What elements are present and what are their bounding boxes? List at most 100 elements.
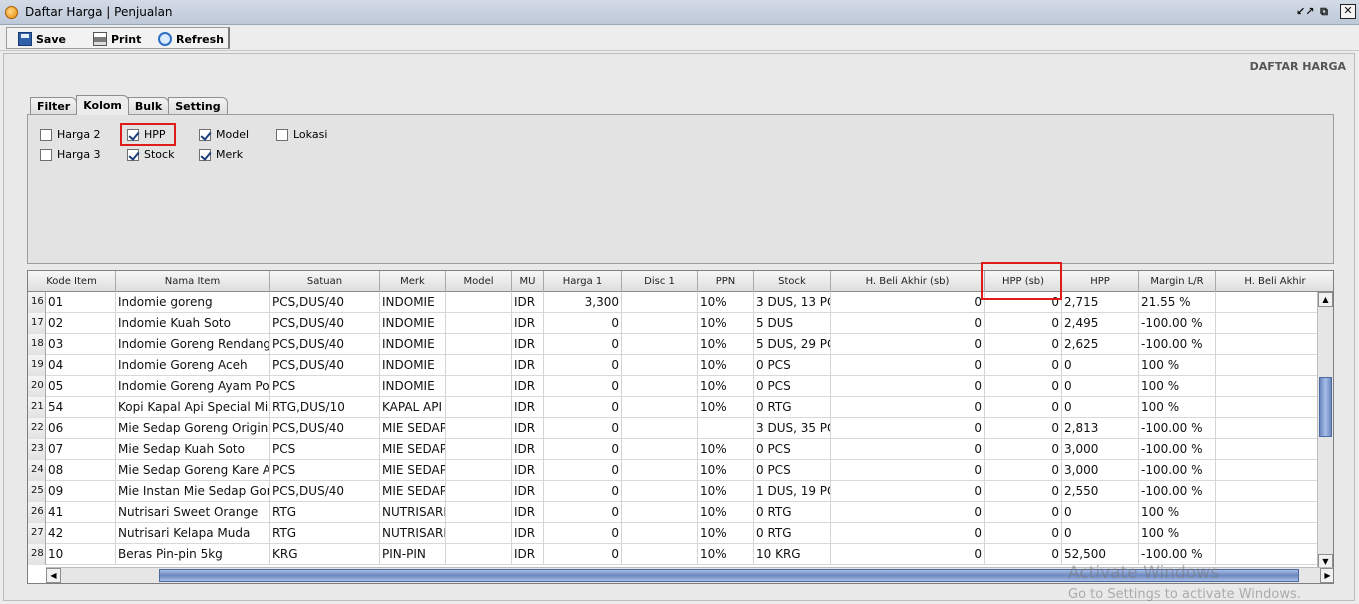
table-row[interactable]: 20 05 Indomie Goreng Ayam Pop PCS INDOMIE IDR… bbox=[28, 376, 1319, 397]
restore-icon[interactable]: ↙↗ bbox=[1296, 4, 1314, 19]
column-header-disc-1[interactable]: Disc 1 bbox=[622, 271, 698, 292]
table-cell[interactable] bbox=[622, 355, 698, 376]
tab-kolom[interactable]: Kolom bbox=[76, 95, 129, 115]
table-cell[interactable]: 0 bbox=[1062, 523, 1139, 544]
table-cell[interactable] bbox=[446, 334, 512, 355]
table-row[interactable]: 27 42 Nutrisari Kelapa Muda RTG NUTRISARI IDR… bbox=[28, 523, 1319, 544]
column-header-margin[interactable]: Margin L/R bbox=[1139, 271, 1216, 292]
maximize-icon[interactable]: ⧉ bbox=[1316, 4, 1332, 19]
table-cell[interactable] bbox=[446, 502, 512, 523]
table-cell[interactable]: 0 bbox=[831, 334, 985, 355]
table-cell[interactable]: IDR bbox=[512, 460, 544, 481]
table-cell[interactable]: PCS,DUS/40 bbox=[270, 334, 380, 355]
table-cell[interactable] bbox=[1216, 418, 1319, 439]
table-cell[interactable]: 3,000 bbox=[1062, 439, 1139, 460]
table-cell[interactable]: KRG bbox=[270, 544, 380, 565]
table-cell[interactable]: 100 % bbox=[1139, 502, 1216, 523]
table-cell[interactable]: 2,715 bbox=[1062, 292, 1139, 313]
table-cell[interactable]: 0 bbox=[831, 376, 985, 397]
table-cell[interactable]: 0 bbox=[544, 544, 622, 565]
table-cell[interactable]: 0 bbox=[985, 355, 1062, 376]
tab-setting[interactable]: Setting bbox=[168, 97, 228, 115]
table-cell[interactable]: PCS bbox=[270, 376, 380, 397]
table-cell[interactable]: 41 bbox=[46, 502, 116, 523]
checkbox-model[interactable]: Model bbox=[199, 128, 249, 141]
table-cell[interactable]: 1 DUS, 19 PCS bbox=[754, 481, 831, 502]
table-cell[interactable]: MIE SEDAP bbox=[380, 439, 446, 460]
scroll-up-icon[interactable]: ▲ bbox=[1318, 292, 1333, 307]
table-row[interactable]: 17 02 Indomie Kuah Soto PCS,DUS/40 INDOMIE ID… bbox=[28, 313, 1319, 334]
table-cell[interactable]: 54 bbox=[46, 397, 116, 418]
table-cell[interactable]: 0 bbox=[544, 418, 622, 439]
table-cell[interactable]: Indomie goreng bbox=[116, 292, 270, 313]
table-cell[interactable]: Nutrisari Sweet Orange bbox=[116, 502, 270, 523]
table-cell[interactable]: 0 bbox=[831, 418, 985, 439]
table-cell[interactable]: IDR bbox=[512, 502, 544, 523]
column-header-merk[interactable]: Merk bbox=[380, 271, 446, 292]
table-cell[interactable]: 10% bbox=[698, 376, 754, 397]
table-cell[interactable]: 10% bbox=[698, 481, 754, 502]
table-cell[interactable]: PCS,DUS/40 bbox=[270, 481, 380, 502]
table-cell[interactable]: 10% bbox=[698, 523, 754, 544]
table-cell[interactable] bbox=[1216, 523, 1319, 544]
table-cell[interactable]: Indomie Goreng Ayam Pop bbox=[116, 376, 270, 397]
table-cell[interactable]: 10 bbox=[46, 544, 116, 565]
table-cell[interactable]: 0 bbox=[544, 502, 622, 523]
table-cell[interactable]: 06 bbox=[46, 418, 116, 439]
table-cell[interactable]: 0 bbox=[985, 334, 1062, 355]
table-cell[interactable]: PCS bbox=[270, 460, 380, 481]
table-row[interactable]: 28 10 Beras Pin-pin 5kg KRG PIN-PIN IDR 0 10% 10… bbox=[28, 544, 1319, 565]
table-row[interactable]: 22 06 Mie Sedap Goreng Original PCS,DUS/40 M… bbox=[28, 418, 1319, 439]
checkbox-box[interactable] bbox=[127, 148, 139, 161]
table-cell[interactable] bbox=[622, 523, 698, 544]
table-cell[interactable]: 0 bbox=[831, 439, 985, 460]
table-cell[interactable]: 05 bbox=[46, 376, 116, 397]
table-cell[interactable] bbox=[622, 397, 698, 418]
checkbox-harga-3[interactable]: Harga 3 bbox=[40, 148, 101, 161]
table-cell[interactable]: 0 bbox=[544, 355, 622, 376]
table-cell[interactable]: 0 bbox=[985, 439, 1062, 460]
table-cell[interactable]: 0 bbox=[985, 418, 1062, 439]
table-cell[interactable]: 3,000 bbox=[1062, 460, 1139, 481]
table-cell[interactable]: Mie Sedap Kuah Soto bbox=[116, 439, 270, 460]
table-cell[interactable]: 0 bbox=[831, 313, 985, 334]
table-cell[interactable]: INDOMIE bbox=[380, 355, 446, 376]
table-cell[interactable]: 0 bbox=[985, 502, 1062, 523]
table-cell[interactable]: PCS,DUS/40 bbox=[270, 418, 380, 439]
checkbox-box[interactable] bbox=[40, 148, 52, 161]
table-row[interactable]: 21 54 Kopi Kapal Api Special Mix RTG,DUS/10… bbox=[28, 397, 1319, 418]
table-row[interactable]: 18 03 Indomie Goreng Rendang PCS,DUS/40 INDO… bbox=[28, 334, 1319, 355]
table-cell[interactable]: 0 bbox=[985, 460, 1062, 481]
table-cell[interactable]: 0 bbox=[1062, 502, 1139, 523]
table-row[interactable]: 19 04 Indomie Goreng Aceh PCS,DUS/40 INDOMIE… bbox=[28, 355, 1319, 376]
table-cell[interactable]: 0 bbox=[1062, 376, 1139, 397]
checkbox-merk[interactable]: Merk bbox=[199, 148, 243, 161]
table-cell[interactable]: 0 bbox=[831, 544, 985, 565]
table-cell[interactable]: 0 bbox=[831, 460, 985, 481]
table-cell[interactable] bbox=[622, 418, 698, 439]
table-cell[interactable]: 09 bbox=[46, 481, 116, 502]
table-cell[interactable]: KAPAL API bbox=[380, 397, 446, 418]
table-cell[interactable]: IDR bbox=[512, 397, 544, 418]
table-cell[interactable] bbox=[622, 334, 698, 355]
table-cell[interactable]: 10% bbox=[698, 439, 754, 460]
table-cell[interactable] bbox=[1216, 544, 1319, 565]
table-cell[interactable]: 0 bbox=[985, 397, 1062, 418]
table-cell[interactable]: NUTRISARI bbox=[380, 523, 446, 544]
table-cell[interactable]: 10% bbox=[698, 502, 754, 523]
table-cell[interactable]: 0 RTG bbox=[754, 502, 831, 523]
table-cell[interactable] bbox=[1216, 292, 1319, 313]
table-cell[interactable]: 0 RTG bbox=[754, 397, 831, 418]
print-button[interactable]: Print bbox=[93, 30, 141, 48]
table-cell[interactable] bbox=[446, 439, 512, 460]
table-cell[interactable] bbox=[446, 313, 512, 334]
table-cell[interactable]: 100 % bbox=[1139, 397, 1216, 418]
column-header-h-beli-akhir-sb[interactable]: H. Beli Akhir (sb) bbox=[831, 271, 985, 292]
table-row[interactable]: 23 07 Mie Sedap Kuah Soto PCS MIE SEDAP IDR 0 1… bbox=[28, 439, 1319, 460]
table-cell[interactable]: -100.00 % bbox=[1139, 334, 1216, 355]
table-cell[interactable]: IDR bbox=[512, 355, 544, 376]
table-cell[interactable]: 2,813 bbox=[1062, 418, 1139, 439]
table-cell[interactable]: IDR bbox=[512, 313, 544, 334]
column-header-satuan[interactable]: Satuan bbox=[270, 271, 380, 292]
table-cell[interactable]: Indomie Goreng Rendang bbox=[116, 334, 270, 355]
